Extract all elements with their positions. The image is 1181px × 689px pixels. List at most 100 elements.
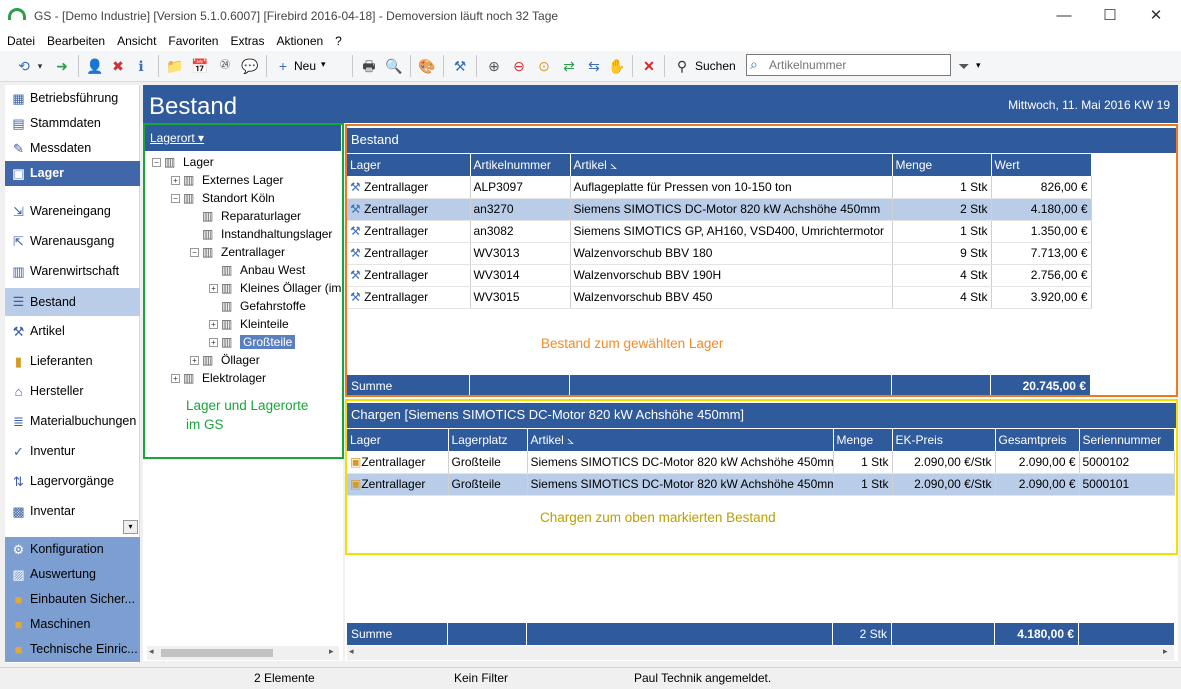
new-icon[interactable]: + <box>273 56 293 76</box>
clock-24-icon[interactable]: ㉔ <box>215 56 235 76</box>
menu-favoriten[interactable]: Favoriten <box>161 31 223 48</box>
nav-hersteller[interactable]: ⌂ Hersteller <box>5 379 140 404</box>
menu-help[interactable]: ? <box>328 31 347 48</box>
supplier-icon: ▮ <box>14 354 23 369</box>
toolbar: ⟲ ▾ ➜ 👤 ✖ ℹ 📁 📅 ㉔ 💬 + Neu ▾ 🖶 🔍 🎨 ⚒ ⊕ ⊖ … <box>0 51 1181 82</box>
nav-artikel[interactable]: ⚒ Artikel <box>5 319 140 344</box>
gear-icon: ⚙ <box>12 542 25 557</box>
scrollbar-thumb[interactable] <box>161 649 273 657</box>
nav-bestand[interactable]: ☰ Bestand <box>5 288 140 316</box>
nav-messdaten[interactable]: ✎ Messdaten <box>5 136 140 161</box>
binoculars-icon[interactable]: ⚲ <box>672 56 692 76</box>
calendar-icon[interactable]: 📅 <box>190 56 210 76</box>
folder-icon: ■ <box>14 642 23 657</box>
delete-icon[interactable]: ✕ <box>639 56 659 76</box>
stock-add-icon[interactable]: ⊕ <box>484 56 504 76</box>
inventory-icon: ▩ <box>12 504 25 519</box>
goods-out-icon: ⇱ <box>13 234 24 249</box>
search-button[interactable]: Suchen <box>695 59 736 73</box>
nav-lager[interactable]: ▣ Lager <box>5 161 140 186</box>
nav-auswertung[interactable]: ▨ Auswertung <box>5 562 140 587</box>
batches-sum-row: Summe 2 Stk 4.180,00 € <box>347 623 1174 645</box>
title-bar: GS - [Demo Industrie] [Version 5.1.0.600… <box>0 0 1181 31</box>
menu-aktionen[interactable]: Aktionen <box>269 31 328 48</box>
inventory-count-icon: ✓ <box>13 444 24 459</box>
batches-sum-label: Summe <box>347 623 448 645</box>
page-title: Bestand <box>149 93 238 120</box>
folder-icon[interactable]: 📁 <box>165 56 185 76</box>
search-input[interactable] <box>769 57 947 73</box>
filter-dropdown-icon[interactable]: ▾ <box>976 60 981 71</box>
forward-icon[interactable]: ➜ <box>52 56 72 76</box>
menu-datei[interactable]: Datei <box>0 31 40 48</box>
status-count: 2 Elemente <box>254 671 315 685</box>
filter-icon[interactable]: ⏷ <box>954 56 974 76</box>
print-icon[interactable]: 🖶 <box>359 56 379 76</box>
article-icon[interactable]: ⚒ <box>450 56 470 76</box>
scroll-right-icon[interactable]: ▸ <box>329 646 334 657</box>
stock-highlight-box <box>345 124 1178 397</box>
nav-scroll-down-button[interactable]: ▾ <box>123 520 138 534</box>
nav-konfiguration[interactable]: ⚙ Konfiguration <box>5 537 140 562</box>
stock-transfer-icon[interactable]: ⇄ <box>559 56 579 76</box>
stock-remove-icon[interactable]: ⊖ <box>509 56 529 76</box>
batches-horizontal-scrollbar[interactable]: ◂ ▸ <box>347 646 1174 660</box>
menu-bearbeiten[interactable]: Bearbeiten <box>40 31 110 48</box>
nav-maschinen[interactable]: ■ Maschinen <box>5 612 140 637</box>
folder-icon: ■ <box>14 617 23 632</box>
tree-horizontal-scrollbar[interactable]: ◂ ▸ <box>147 646 339 660</box>
scroll-left-icon[interactable]: ◂ <box>149 646 154 657</box>
user-info-icon[interactable]: ℹ <box>131 56 151 76</box>
nav-materialbuchungen[interactable]: ≣ Materialbuchungen <box>5 409 140 434</box>
nav-technische-einrichtungen[interactable]: ■ Technische Einric... <box>5 637 140 662</box>
stock-process-icon: ⇅ <box>13 474 24 489</box>
new-dropdown-icon[interactable]: ▾ <box>321 59 326 70</box>
stock-book-icon[interactable]: ⊙ <box>534 56 554 76</box>
maximize-button[interactable]: ☐ <box>1087 0 1133 31</box>
material-booking-icon: ≣ <box>13 414 24 429</box>
building-icon: ▦ <box>12 91 25 106</box>
print-preview-icon[interactable]: 🔍 <box>384 56 404 76</box>
minimize-button[interactable]: — <box>1041 0 1087 31</box>
search-box[interactable]: ⌕ <box>746 54 951 76</box>
manufacturer-icon: ⌂ <box>14 384 23 399</box>
colors-icon[interactable]: 🎨 <box>417 56 437 76</box>
nav-warenwirtschaft[interactable]: ▥ Warenwirtschaft <box>5 259 140 284</box>
nav-inventar[interactable]: ▩ Inventar <box>5 499 140 524</box>
menu-bar: Datei Bearbeiten Ansicht Favoriten Extras Akt… <box>0 31 1181 51</box>
sidebar: ▦ Betriebsführung ▤ Stammdaten ✎ Messdaten … <box>5 85 140 663</box>
nav-stammdaten[interactable]: ▤ Stammdaten <box>5 111 140 136</box>
nav-inventur[interactable]: ✓ Inventur <box>5 439 140 464</box>
menu-extras[interactable]: Extras <box>223 31 269 48</box>
goods-in-icon: ⇲ <box>13 204 24 219</box>
warehouse-icon: ▣ <box>12 166 25 181</box>
nav-lagervorgaenge[interactable]: ⇅ Lagervorgänge <box>5 469 140 494</box>
new-button[interactable]: Neu <box>294 59 316 73</box>
nav-wareneingang[interactable]: ⇲ Wareneingang <box>5 199 140 224</box>
scroll-right-icon[interactable]: ▸ <box>1163 646 1168 657</box>
user-delete-icon[interactable]: ✖ <box>108 56 128 76</box>
close-button[interactable]: ✕ <box>1133 0 1179 31</box>
nav-einbauten[interactable]: ■ Einbauten Sicher... <box>5 587 140 612</box>
measure-icon: ✎ <box>13 141 24 156</box>
hands-icon[interactable]: ✋ <box>607 56 627 76</box>
article-icon: ⚒ <box>12 324 25 339</box>
tree-highlight-box <box>143 123 344 459</box>
page-date: Mittwoch, 11. Mai 2016 KW 19 <box>1008 98 1170 112</box>
window-title: GS - [Demo Industrie] [Version 5.1.0.600… <box>34 9 559 23</box>
user-search-icon[interactable]: 👤 <box>85 56 105 76</box>
search-icon: ⌕ <box>750 56 758 72</box>
scroll-left-icon[interactable]: ◂ <box>349 646 354 657</box>
nav-lieferanten[interactable]: ▮ Lieferanten <box>5 349 140 374</box>
master-data-icon: ▤ <box>12 116 25 131</box>
nav-warenausgang[interactable]: ⇱ Warenausgang <box>5 229 140 254</box>
nav-betriebsfuehrung[interactable]: ▦ Betriebsführung <box>5 86 140 111</box>
status-filter: Kein Filter <box>454 671 509 685</box>
stock-return-icon[interactable]: ⇆ <box>584 56 604 76</box>
menu-ansicht[interactable]: Ansicht <box>110 31 161 48</box>
chat-icon[interactable]: 💬 <box>240 56 260 76</box>
chart-icon: ▨ <box>12 567 25 582</box>
back-dropdown-icon[interactable]: ▾ <box>34 56 46 76</box>
status-user: Paul Technik angemeldet. <box>634 671 772 685</box>
back-icon[interactable]: ⟲ <box>14 56 34 76</box>
